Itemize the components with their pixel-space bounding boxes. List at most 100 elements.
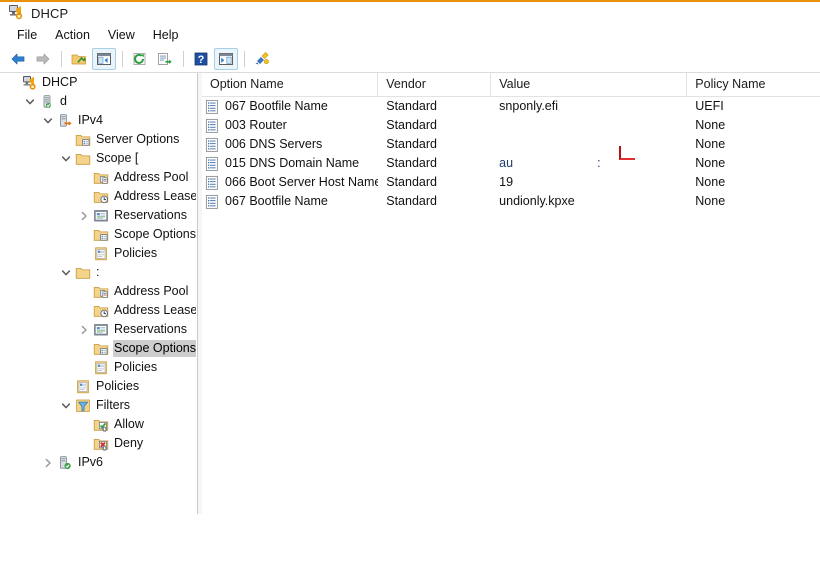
menu-view[interactable]: View	[99, 26, 144, 44]
option-entry-icon	[204, 194, 220, 210]
column-header-vendor[interactable]: Vendor	[378, 73, 492, 96]
menu-file[interactable]: File	[8, 26, 46, 44]
tree-node-filter-deny[interactable]: Deny	[0, 434, 196, 453]
option-name-text: 067 Bootfile Name	[225, 194, 328, 208]
tree-node-address-pool-2[interactable]: Address Pool	[0, 282, 196, 301]
options-list-pane[interactable]: Option Name Vendor Value Policy Name 067…	[202, 73, 820, 582]
cell-vendor: Standard	[386, 156, 437, 170]
tree-node-reservations-2[interactable]: Reservations	[0, 320, 196, 339]
option-entry-icon	[204, 118, 220, 134]
tree-node-scope-2[interactable]: :	[0, 263, 196, 282]
menu-help[interactable]: Help	[144, 26, 188, 44]
refresh-button[interactable]	[128, 48, 152, 70]
tree-node-label: Scope Options	[113, 340, 196, 357]
table-row[interactable]: 066 Boot Server Host Name Standard 19 None	[202, 173, 820, 192]
forward-button[interactable]	[31, 48, 55, 70]
chevron-down-icon[interactable]	[58, 396, 74, 415]
cell-vendor: Standard	[386, 118, 437, 132]
menu-action[interactable]: Action	[46, 26, 99, 44]
chevron-right-icon[interactable]	[40, 453, 56, 472]
tree-node-server-options[interactable]: Server Options	[0, 130, 196, 149]
chevron-down-icon[interactable]	[40, 111, 56, 130]
address-pool-icon	[92, 283, 110, 301]
option-entry-icon	[204, 137, 220, 153]
chevron-down-icon[interactable]	[58, 263, 74, 282]
table-row[interactable]: 006 DNS Servers Standard None	[202, 135, 820, 154]
tree-node-ipv4-policies[interactable]: Policies	[0, 377, 196, 396]
cell-vendor: Standard	[386, 175, 437, 189]
dhcp-server-icon	[7, 4, 23, 23]
tree-node-label: :	[96, 265, 100, 279]
tree-node-dhcp[interactable]: DHCP	[0, 73, 196, 92]
cell-value: undionly.kpxe	[499, 194, 575, 208]
tree-node-address-leases-1[interactable]: Address Leases	[0, 187, 196, 206]
tree-node-scope-options-1[interactable]: Scope Options	[0, 225, 196, 244]
options-folder-icon	[92, 340, 110, 358]
window-title: DHCP	[31, 5, 69, 21]
tree-node-policies-2[interactable]: Policies	[0, 358, 196, 377]
svg-text:?: ?	[198, 54, 205, 66]
chevron-right-icon[interactable]	[76, 320, 92, 339]
export-list-button[interactable]	[153, 48, 177, 70]
dhcp-console-window: DHCP File Action View Help ? DHCP d IPv4…	[0, 0, 820, 582]
cell-option-name: 006 DNS Servers	[202, 135, 378, 154]
tree-node-label: Reservations	[114, 322, 187, 336]
options-folder-icon	[92, 226, 110, 244]
ipv6-icon	[56, 454, 74, 472]
tree-node-label: Address Leases	[114, 303, 196, 317]
table-row[interactable]: 015 DNS Domain Name Standard au: None	[202, 154, 820, 173]
tree-node-server[interactable]: d	[0, 92, 196, 111]
table-row[interactable]: 003 Router Standard None	[202, 116, 820, 135]
table-row[interactable]: 067 Bootfile Name Standard snponly.efi UEFI	[202, 97, 820, 116]
value-text-suffix: :	[597, 156, 601, 170]
cell-option-name: 015 DNS Domain Name	[202, 154, 378, 173]
tree-node-reservations-1[interactable]: Reservations	[0, 206, 196, 225]
tree-node-ipv4[interactable]: IPv4	[0, 111, 196, 130]
tree-node-scope-options-2[interactable]: Scope Options	[0, 339, 196, 358]
show-hide-console-tree-button[interactable]	[92, 48, 116, 70]
up-one-level-button[interactable]	[67, 48, 91, 70]
chevron-right-icon[interactable]	[76, 206, 92, 225]
chevron-down-icon[interactable]	[58, 149, 74, 168]
tree-node-address-leases-2[interactable]: Address Leases	[0, 301, 196, 320]
option-name-text: 015 DNS Domain Name	[225, 156, 360, 170]
add-server-button[interactable]	[250, 48, 274, 70]
dhcp-root-icon	[20, 74, 38, 92]
table-row[interactable]: 067 Bootfile Name Standard undionly.kpxe No…	[202, 192, 820, 211]
show-hide-action-pane-button[interactable]	[214, 48, 238, 70]
tree-node-filter-allow[interactable]: Allow	[0, 415, 196, 434]
option-name-text: 003 Router	[225, 118, 287, 132]
column-header-value[interactable]: Value	[491, 73, 688, 96]
cell-option-name: 067 Bootfile Name	[202, 192, 378, 211]
ipv4-icon	[56, 112, 74, 130]
toolbar-separator	[244, 51, 245, 67]
options-folder-icon	[74, 131, 92, 149]
help-button[interactable]: ?	[189, 48, 213, 70]
address-leases-icon	[92, 188, 110, 206]
tree-node-scope-1[interactable]: Scope [	[0, 149, 196, 168]
tree-node-policies-1[interactable]: Policies	[0, 244, 196, 263]
tree-node-label: DHCP	[42, 75, 78, 89]
back-button[interactable]	[6, 48, 30, 70]
column-header-policy-name[interactable]: Policy Name	[687, 73, 820, 96]
tree-node-label: IPv4	[78, 113, 104, 127]
cell-value: 19	[499, 175, 514, 189]
tree-node-address-pool-1[interactable]: Address Pool	[0, 168, 196, 187]
tree-node-filters[interactable]: Filters	[0, 396, 196, 415]
toolbar-separator	[61, 51, 62, 67]
main-content: DHCP d IPv4 Server Options Scope [Address Po…	[0, 73, 820, 582]
column-header-option-name[interactable]: Option Name	[202, 73, 379, 96]
cell-value	[491, 116, 687, 135]
allow-filter-icon	[92, 416, 110, 434]
tree-node-ipv6[interactable]: IPv6	[0, 453, 196, 472]
console-tree-pane[interactable]: DHCP d IPv4 Server Options Scope [Address Po…	[0, 73, 196, 582]
chevron-down-icon[interactable]	[22, 92, 38, 111]
filter-icon	[74, 397, 92, 415]
